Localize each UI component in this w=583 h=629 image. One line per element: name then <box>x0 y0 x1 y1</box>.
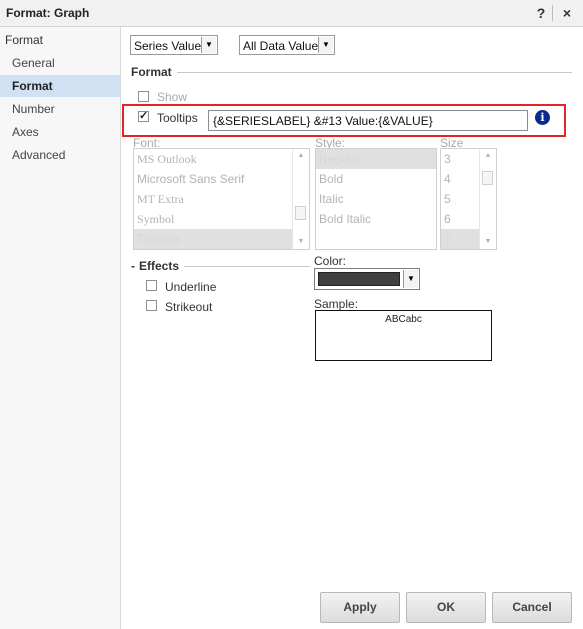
show-label: Show <box>157 90 188 104</box>
sample-preview: ABCabc <box>315 310 492 361</box>
sidebar: Format General Format Number Axes Advanc… <box>0 27 121 629</box>
sidebar-item-number[interactable]: Number <box>0 98 120 120</box>
effects-collapse-icon[interactable]: - <box>131 259 135 273</box>
window-title: Format: Graph <box>6 6 90 20</box>
chevron-down-icon[interactable]: ▼ <box>403 270 418 288</box>
target-select[interactable]: Series Values ▼ <box>130 35 218 55</box>
tooltips-label: Tooltips <box>157 111 198 125</box>
help-icon[interactable]: ? <box>532 4 550 22</box>
strikeout-checkbox[interactable] <box>146 300 157 311</box>
sidebar-item-axes[interactable]: Axes <box>0 121 120 143</box>
tooltips-input[interactable]: {&SERIESLABEL} &#13 Value:{&VALUE} <box>208 110 528 131</box>
font-list[interactable]: MS Outlook Microsoft Sans Serif MT Extra… <box>133 148 310 250</box>
scroll-up-icon[interactable]: ▲ <box>293 149 309 163</box>
chevron-down-icon[interactable]: ▼ <box>318 37 333 53</box>
format-section-title: Format <box>131 65 172 79</box>
font-option[interactable]: MT Extra <box>134 189 309 209</box>
underline-label: Underline <box>165 280 217 294</box>
cancel-button[interactable]: Cancel <box>492 592 572 623</box>
chevron-down-icon[interactable]: ▼ <box>201 37 216 53</box>
effects-section-divider <box>184 266 310 267</box>
style-option[interactable]: Italic <box>316 189 436 209</box>
style-option[interactable]: Bold <box>316 169 436 189</box>
font-option[interactable]: Symbol <box>134 209 309 229</box>
title-separator <box>552 5 553 21</box>
strikeout-label: Strikeout <box>165 300 213 314</box>
title-bar: Format: Graph ? × <box>0 0 583 27</box>
info-icon[interactable]: i <box>535 110 550 125</box>
sidebar-item-advanced[interactable]: Advanced <box>0 144 120 166</box>
style-option-selected[interactable]: Regular <box>316 149 436 169</box>
color-label: Color: <box>314 254 347 268</box>
effects-section-title: Effects <box>139 259 180 273</box>
underline-checkbox[interactable] <box>146 280 157 291</box>
sidebar-item-general[interactable]: General <box>0 52 120 74</box>
scroll-thumb[interactable] <box>295 206 306 220</box>
font-list-scrollbar[interactable]: ▲ ▼ <box>292 149 309 249</box>
target-select-value: Series Values <box>134 39 208 53</box>
style-list[interactable]: Regular Bold Italic Bold Italic <box>315 148 437 250</box>
font-option-selected[interactable]: Tahoma <box>134 229 309 249</box>
style-option[interactable]: Bold Italic <box>316 209 436 229</box>
sidebar-item-format[interactable]: Format <box>0 75 120 97</box>
tooltips-checkbox[interactable] <box>138 109 149 122</box>
format-section-divider <box>177 72 572 73</box>
scroll-down-icon[interactable]: ▼ <box>293 235 309 249</box>
font-option[interactable]: Microsoft Sans Serif <box>134 169 309 189</box>
scope-select-value: All Data Values <box>243 39 325 53</box>
close-icon[interactable]: × <box>558 4 576 22</box>
font-option[interactable]: MS Outlook <box>134 149 309 169</box>
sample-label: Sample: <box>314 297 359 311</box>
ok-button[interactable]: OK <box>406 592 486 623</box>
scroll-up-icon[interactable]: ▲ <box>480 149 496 163</box>
scope-select[interactable]: All Data Values ▼ <box>239 35 335 55</box>
sidebar-root-label: Format <box>5 33 44 47</box>
show-checkbox[interactable] <box>138 91 149 102</box>
scroll-thumb[interactable] <box>482 171 493 185</box>
apply-button[interactable]: Apply <box>320 592 400 623</box>
color-swatch <box>318 272 400 286</box>
size-list-scrollbar[interactable]: ▲ ▼ <box>479 149 496 249</box>
scroll-down-icon[interactable]: ▼ <box>480 235 496 249</box>
size-list[interactable]: 3 4 5 6 7 ▲ ▼ <box>440 148 497 250</box>
color-picker[interactable]: ▼ <box>314 268 420 290</box>
sample-text: ABCabc <box>385 314 422 325</box>
